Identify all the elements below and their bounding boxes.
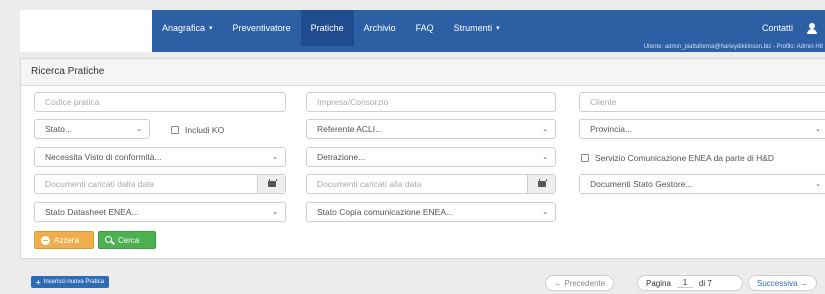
caret-down-icon: ▾	[496, 25, 500, 32]
search-label: Cerca	[118, 235, 140, 245]
user-icon[interactable]	[807, 22, 817, 34]
chevron-down-icon: ⌄	[136, 126, 142, 133]
calendar-icon[interactable]	[527, 175, 555, 193]
chevron-down-icon: ⌄	[542, 154, 548, 161]
referente-value: Referente ACLI...	[317, 124, 383, 134]
search-button[interactable]: Cerca	[98, 231, 156, 249]
top-navbar: Anagrafica ▾ Preventivatore Pratiche Arch…	[152, 10, 825, 52]
nav-item-anagrafica[interactable]: Anagrafica ▾	[152, 10, 223, 46]
nav-label: Archivio	[363, 23, 396, 33]
page-indicator: Pagina 1 di 7	[637, 275, 743, 291]
chevron-down-icon: ⌄	[542, 209, 548, 216]
docs-to-date-input[interactable]: Documenti caricati alla data	[306, 174, 556, 194]
reset-label: Azzera	[54, 235, 79, 245]
stato-select[interactable]: Stato... ⌄	[34, 119, 150, 139]
caret-down-icon: ▾	[209, 25, 213, 32]
contacts-label: Contatti	[761, 23, 793, 33]
visto-conformita-select[interactable]: Necessita Visto di conformità... ⌄	[34, 147, 286, 167]
nav-item-preventivatore[interactable]: Preventivatore	[223, 10, 301, 46]
checkbox-box[interactable]	[581, 154, 589, 162]
chevron-down-icon: ⌄	[815, 126, 821, 133]
stato-copia-select[interactable]: Stato Copia comunicazione ENEA... ⌄	[306, 202, 556, 222]
search-panel: Ricerca Pratiche Codice pratica Impresa/…	[20, 58, 825, 259]
checkbox-box[interactable]	[171, 126, 179, 134]
stato-gestore-select[interactable]: Documenti Stato Gestore... ⌄	[579, 174, 825, 194]
impresa-consorzio-input[interactable]: Impresa/Consorzio	[306, 92, 556, 112]
provincia-select[interactable]: Provincia... ⌄	[579, 119, 825, 139]
search-icon	[105, 235, 114, 245]
nav-label: Pratiche	[310, 23, 344, 33]
docs-from-placeholder: Documenti caricati dalla data	[45, 179, 155, 189]
includi-ko-label: Includi KO	[185, 125, 225, 135]
nav-label: Preventivatore	[232, 23, 291, 33]
docs-to-placeholder: Documenti caricati alla data	[317, 179, 422, 189]
nav-item-archivio[interactable]: Archivio	[354, 10, 406, 46]
contacts-link[interactable]: Contatti	[762, 10, 817, 46]
chevron-down-icon: ⌄	[272, 209, 278, 216]
servizio-enea-checkbox[interactable]: Servizio Comunicazione ENEA da parte di …	[581, 153, 774, 163]
nav-label: FAQ	[415, 23, 434, 33]
logo-area	[20, 10, 152, 52]
page-number-input[interactable]: 1	[676, 278, 693, 288]
servizio-enea-label: Servizio Comunicazione ENEA da parte di …	[595, 153, 775, 163]
previous-page-button[interactable]: ← Precedente	[545, 275, 615, 291]
stato-value: Stato...	[45, 124, 72, 134]
referente-acli-select[interactable]: Referente ACLI... ⌄	[306, 119, 556, 139]
stato-datasheet-select[interactable]: Stato Datasheet ENEA... ⌄	[34, 202, 286, 222]
codice-pratica-input[interactable]: Codice pratica	[34, 92, 286, 112]
panel-title: Ricerca Pratiche	[21, 59, 825, 86]
nav-item-faq[interactable]: FAQ	[406, 10, 444, 46]
copia-value: Stato Copia comunicazione ENEA...	[317, 207, 454, 217]
nav-item-pratiche[interactable]: Pratiche	[300, 10, 354, 46]
page-label: Pagina	[646, 278, 671, 288]
nav-item-strumenti[interactable]: Strumenti ▾	[444, 10, 510, 46]
minus-circle-icon	[41, 235, 50, 245]
new-pratica-button[interactable]: + Inserisci nuova Pratica	[31, 276, 110, 288]
calendar-icon[interactable]	[257, 175, 285, 193]
detrazione-value: Detrazione...	[317, 152, 366, 162]
visto-value: Necessita Visto di conformità...	[45, 152, 162, 162]
includi-ko-checkbox[interactable]: Includi KO	[171, 125, 224, 135]
cliente-input[interactable]: Cliente	[579, 92, 825, 112]
nav-label: Strumenti	[453, 23, 493, 33]
user-info: Utente: admin_piattaforma@harleydikkinso…	[643, 44, 823, 50]
detrazione-select[interactable]: Detrazione... ⌄	[306, 147, 556, 167]
page-total: di 7	[698, 278, 712, 288]
plus-icon: +	[36, 277, 41, 287]
stato-gestore-value: Documenti Stato Gestore...	[590, 179, 693, 189]
chevron-down-icon: ⌄	[815, 181, 821, 188]
provincia-value: Provincia...	[590, 124, 633, 134]
chevron-down-icon: ⌄	[272, 154, 278, 161]
chevron-down-icon: ⌄	[542, 126, 548, 133]
docs-from-date-input[interactable]: Documenti caricati dalla data	[34, 174, 286, 194]
main-nav: Anagrafica ▾ Preventivatore Pratiche Arch…	[152, 10, 510, 46]
datasheet-value: Stato Datasheet ENEA...	[45, 207, 139, 217]
page: Anagrafica ▾ Preventivatore Pratiche Arch…	[0, 0, 825, 294]
nav-label: Anagrafica	[162, 23, 206, 33]
next-page-button[interactable]: Successiva →	[748, 275, 817, 291]
new-pratica-label: Inserisci nuova Pratica	[43, 279, 105, 285]
reset-button[interactable]: Azzera	[34, 231, 94, 249]
